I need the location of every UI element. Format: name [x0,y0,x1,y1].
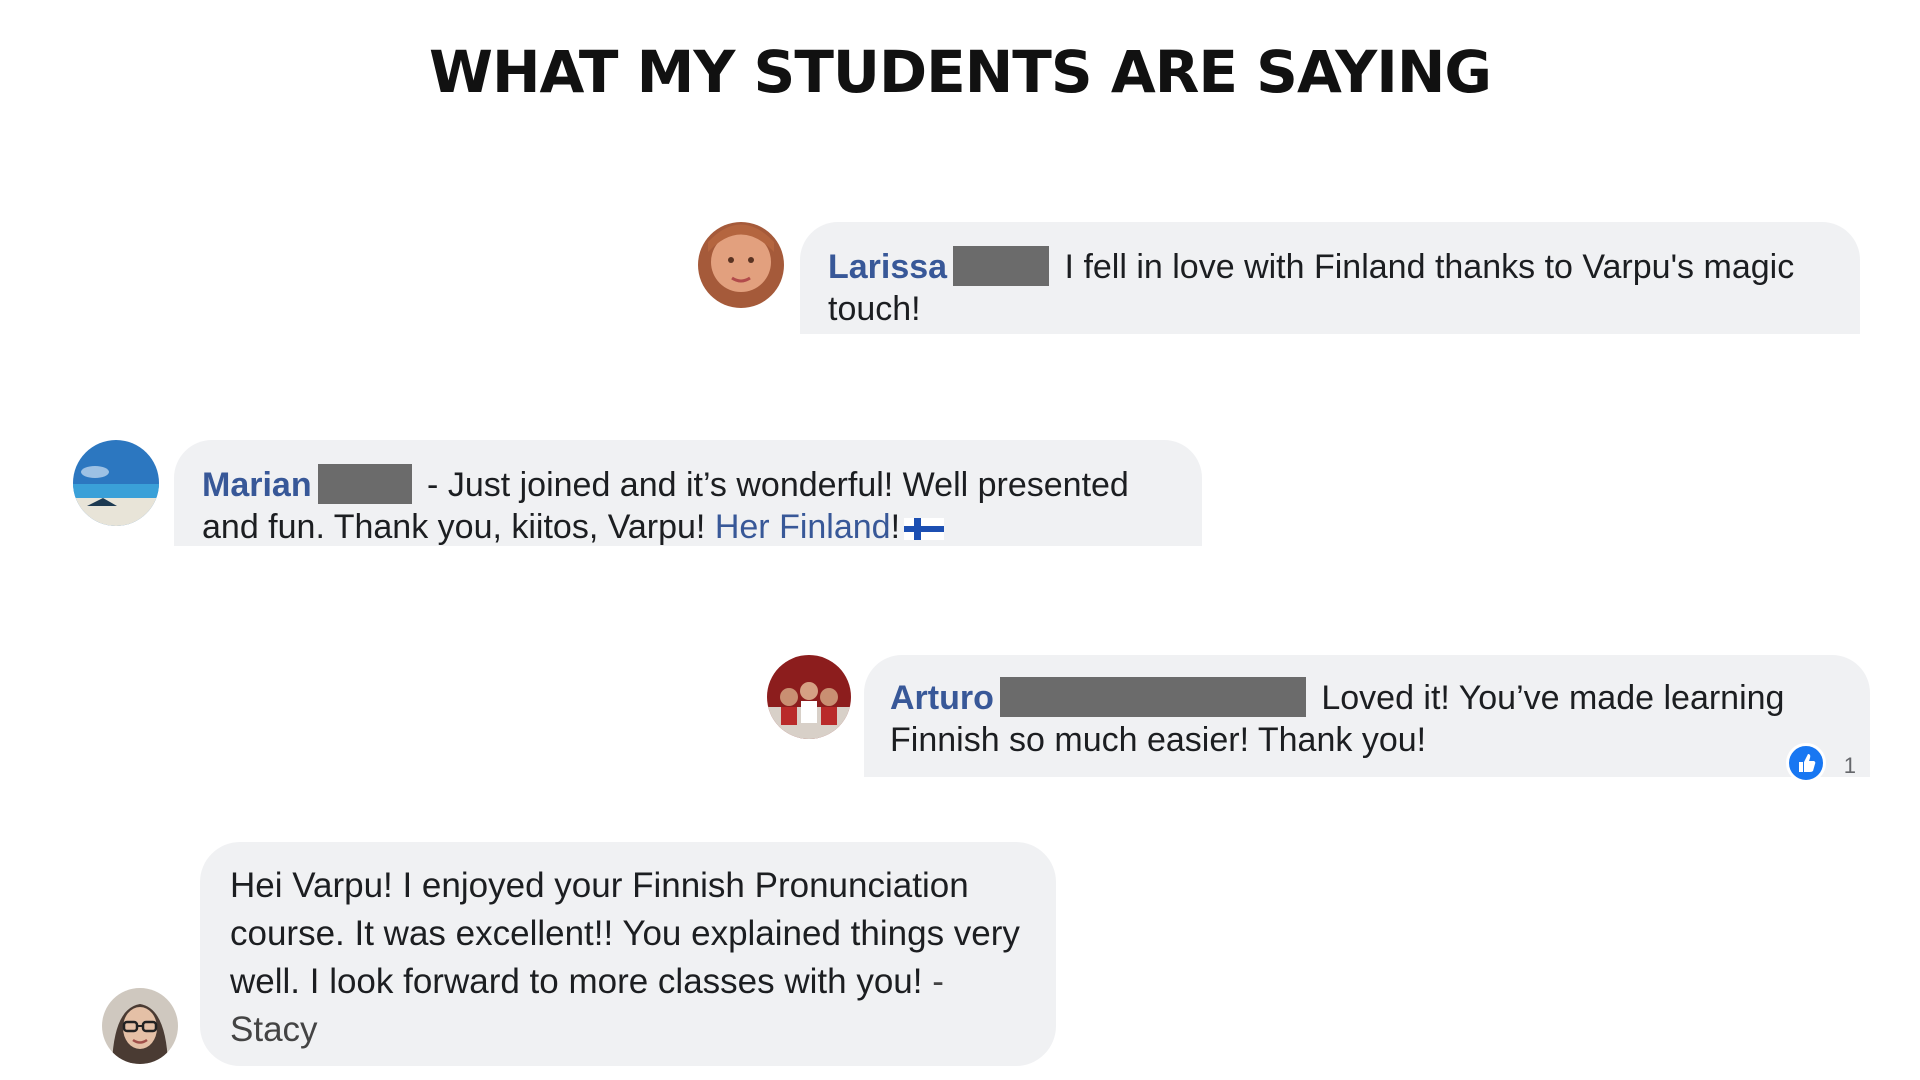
commenter-name[interactable]: Arturo [890,679,994,717]
redacted-surname [999,677,1306,717]
page-title: WHAT MY STUDENTS ARE SAYING [428,38,1492,106]
redacted-surname [317,464,412,504]
testimonial-marian: Marian - Just joined and it’s wonderful!… [174,440,1202,546]
reaction-count: 1 [1843,753,1856,778]
avatar-stacy-image [102,988,178,1064]
avatar-arturo-image [767,655,851,739]
testimonial-larissa: Larissa I fell in love with Finland than… [800,222,1860,334]
avatar-marian-image [73,440,159,526]
finland-flag-icon [904,508,945,540]
testimonial-arturo: Arturo Loved it! You’ve made learning Fi… [864,655,1870,783]
avatar-stacy[interactable] [102,988,178,1064]
avatar-larissa[interactable] [698,222,784,308]
commenter-name[interactable]: Larissa [828,248,947,286]
redacted-surname [953,246,1050,286]
page-link[interactable]: Her Finland [715,508,891,546]
comment-text: Hei Varpu! I enjoyed your Finnish Pronun… [230,866,1020,1001]
comment-suffix: ! [890,508,901,546]
avatar-larissa-image [698,222,784,308]
commenter-name[interactable]: Marian [202,466,312,504]
like-icon[interactable] [1786,743,1826,783]
testimonial-stacy: Hei Varpu! I enjoyed your Finnish Pronun… [200,842,1056,1066]
avatar-marian[interactable] [73,440,159,526]
avatar-arturo[interactable] [767,655,851,739]
